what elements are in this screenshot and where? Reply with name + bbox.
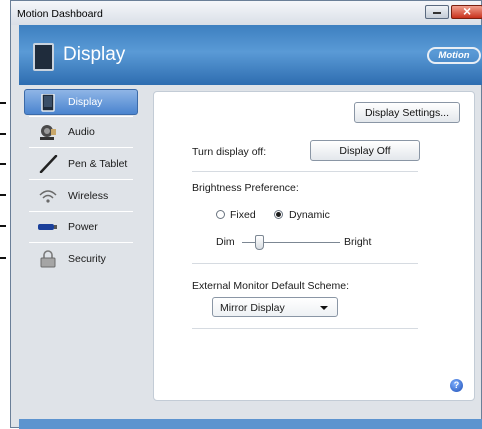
dashboard-window: Motion Dashboard Display Motion Display … (10, 0, 482, 429)
sidebar-item-display[interactable]: Display (24, 89, 138, 115)
minimize-button[interactable] (425, 5, 449, 19)
display-settings-button[interactable]: Display Settings... (354, 102, 460, 123)
sidebar-item-power[interactable]: Power (24, 214, 138, 240)
edge-tick (0, 163, 6, 165)
section-divider (192, 263, 418, 264)
sidebar-item-label: Wireless (68, 190, 109, 202)
brightness-slider-thumb[interactable] (254, 235, 264, 250)
chevron-down-icon (320, 306, 328, 310)
sidebar-item-security[interactable]: Security (24, 246, 138, 272)
sidebar-divider (29, 116, 133, 117)
brightness-label: Brightness Preference: (192, 182, 299, 194)
edge-tick (0, 225, 6, 227)
sidebar-divider (29, 179, 133, 180)
settings-panel: Display Settings... Turn display off: Di… (153, 91, 475, 401)
page-header: Display Motion (19, 25, 482, 85)
speaker-icon (38, 123, 58, 141)
display-off-button[interactable]: Display Off (310, 140, 420, 161)
help-icon[interactable]: ? (450, 379, 463, 392)
sidebar-item-label: Power (68, 221, 98, 233)
tablet-icon (33, 43, 54, 71)
sidebar-divider (29, 211, 133, 212)
sidebar-divider (29, 147, 133, 148)
external-monitor-label: External Monitor Default Scheme: (192, 280, 349, 292)
tablet-display-icon (39, 93, 59, 112)
title-bar[interactable]: Motion Dashboard (11, 1, 482, 25)
pen-icon (38, 154, 58, 174)
sidebar-item-label: Display (68, 96, 103, 108)
radio-fixed[interactable] (216, 210, 225, 219)
edge-tick (0, 194, 6, 196)
slider-max-label: Bright (344, 236, 372, 248)
turn-off-label: Turn display off: (192, 146, 267, 158)
motion-logo: Motion (427, 47, 481, 64)
lock-icon (38, 250, 58, 268)
slider-min-label: Dim (216, 236, 235, 248)
window-title: Motion Dashboard (17, 8, 103, 20)
sidebar-item-wireless[interactable]: Wireless (24, 183, 138, 209)
radio-dynamic[interactable] (274, 210, 283, 219)
sidebar-item-label: Audio (68, 126, 95, 138)
sidebar-item-label: Security (68, 253, 106, 265)
edge-tick (0, 133, 6, 135)
sidebar-item-label: Pen & Tablet (68, 158, 128, 170)
sidebar-item-pen-tablet[interactable]: Pen & Tablet (24, 151, 138, 177)
wireless-icon (38, 187, 58, 205)
section-divider (192, 328, 418, 329)
edge-tick (0, 102, 6, 104)
sidebar: Display Audio Pen & Tablet Wireless Powe… (19, 85, 143, 419)
external-scheme-value: Mirror Display (220, 302, 285, 314)
external-scheme-select[interactable]: Mirror Display (212, 297, 338, 317)
sidebar-divider (29, 242, 133, 243)
sidebar-item-audio[interactable]: Audio (24, 119, 138, 145)
page-title: Display (63, 44, 126, 65)
radio-fixed-label: Fixed (230, 209, 256, 221)
battery-icon (38, 218, 58, 236)
edge-tick (0, 257, 6, 259)
radio-dynamic-label: Dynamic (289, 209, 330, 221)
section-divider (192, 171, 418, 172)
close-button[interactable] (451, 3, 482, 19)
